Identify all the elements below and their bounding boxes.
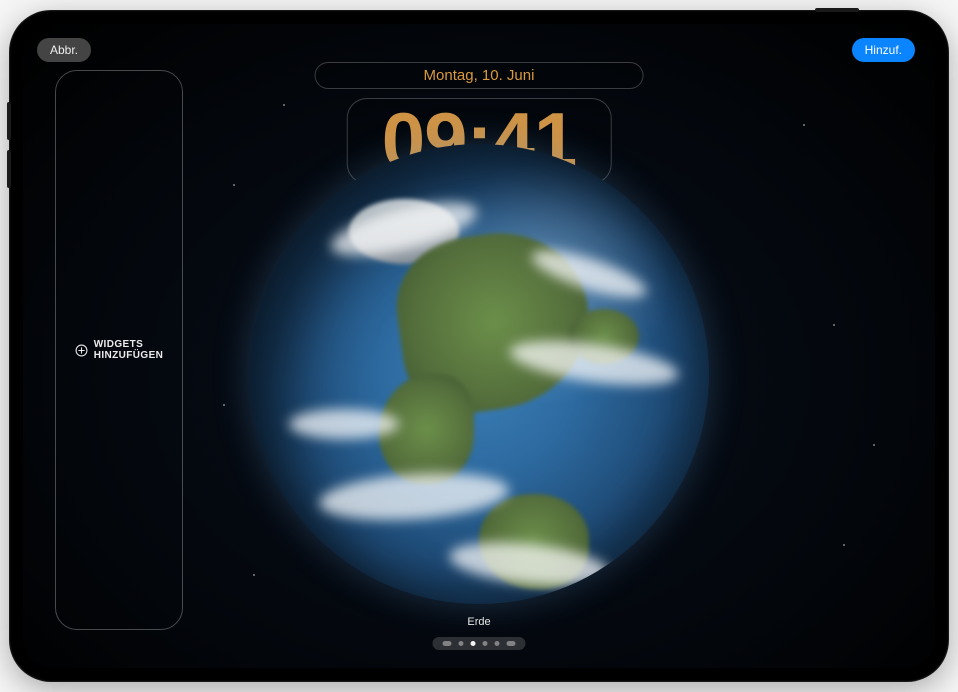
cloud-decoration: [289, 409, 399, 439]
star-decoration: [253, 574, 255, 576]
earth-wallpaper: [249, 144, 709, 604]
plus-circle-icon: [75, 344, 88, 357]
pager-dot: [459, 641, 464, 646]
volume-down-hw-button: [7, 150, 11, 188]
add-widgets-panel[interactable]: WIDGETSHINZUFÜGEN: [55, 70, 183, 630]
add-widgets-label: WIDGETSHINZUFÜGEN: [94, 339, 164, 362]
star-decoration: [833, 324, 835, 326]
lock-screen-editor: Abbr. Hinzuf. Montag, 10. Juni 09:41: [23, 24, 935, 668]
pager-dot: [507, 641, 516, 646]
star-decoration: [873, 444, 875, 446]
date-widget[interactable]: Montag, 10. Juni: [315, 62, 644, 89]
star-decoration: [223, 404, 225, 406]
ipad-device-frame: Abbr. Hinzuf. Montag, 10. Juni 09:41: [9, 10, 949, 682]
wallpaper-name-label: Erde: [467, 616, 490, 628]
volume-up-hw-button: [7, 102, 11, 140]
add-widgets-content: WIDGETSHINZUFÜGEN: [75, 339, 164, 362]
star-decoration: [843, 544, 845, 546]
cloud-decoration: [318, 467, 511, 525]
pager-dot: [483, 641, 488, 646]
pager-dot: [443, 641, 452, 646]
pager-dot: [495, 641, 500, 646]
add-button[interactable]: Hinzuf.: [852, 38, 915, 62]
cancel-button[interactable]: Abbr.: [37, 38, 91, 62]
star-decoration: [283, 104, 285, 106]
star-decoration: [233, 184, 235, 186]
power-hw-button: [815, 8, 859, 12]
wallpaper-pager[interactable]: [433, 637, 526, 650]
pager-dot-active: [471, 641, 476, 646]
star-decoration: [803, 124, 805, 126]
